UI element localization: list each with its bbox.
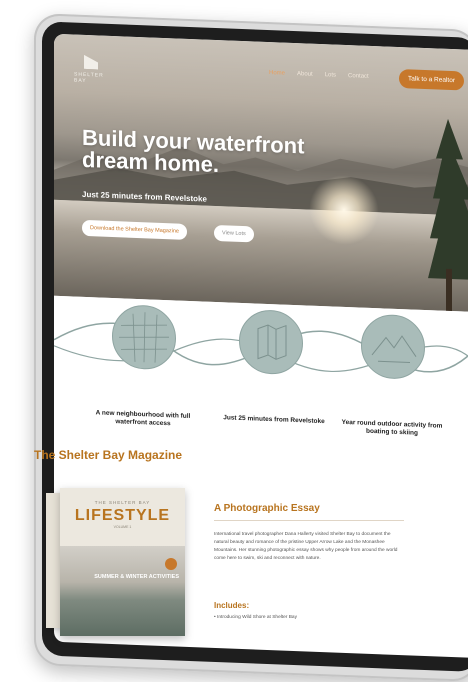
- device-frame: SHELTER BAY Home About Lots Contact Talk…: [4, 3, 468, 682]
- includes-heading: Includes:: [214, 601, 250, 610]
- feature-text: A new neighbourhood with full waterfront…: [95, 409, 191, 428]
- folded-map-icon: [239, 308, 303, 376]
- cover-title: LIFESTYLE: [74, 507, 171, 524]
- divider: [214, 520, 404, 521]
- main-nav: Home About Lots Contact: [269, 70, 369, 80]
- nav-item-contact[interactable]: Contact: [348, 73, 369, 80]
- essay-title: A Photographic Essay: [214, 503, 320, 514]
- hero-headline: Build your waterfront dream home.: [82, 124, 305, 178]
- essay-body: International travel photographer Dana H…: [214, 532, 398, 561]
- cover-top-text: THE SHELTER BAY: [94, 500, 151, 505]
- cover-volume: VOLUME 1: [113, 525, 132, 529]
- includes-item: • Introducing Wild Shore at Shelter Bay: [214, 615, 298, 620]
- nav-item-about[interactable]: About: [297, 71, 313, 78]
- logo-mark-icon: [84, 55, 98, 70]
- map-grid-icon: [112, 303, 176, 371]
- site-logo[interactable]: SHELTER BAY: [74, 55, 114, 86]
- hero-section: SHELTER BAY Home About Lots Contact Talk…: [54, 33, 468, 320]
- feature-text: Year round outdoor activity from boating…: [341, 418, 443, 437]
- nav-item-lots[interactable]: Lots: [325, 72, 336, 78]
- tree-image: [428, 118, 468, 320]
- feature-text: Just 25 minutes from Revelstoke: [223, 414, 325, 426]
- magazine-heading: The Shelter Bay Magazine: [34, 448, 183, 462]
- nav-item-home[interactable]: Home: [269, 70, 285, 77]
- cover-badge-icon: [165, 558, 177, 570]
- mountain-icon: [361, 313, 425, 381]
- cover-activities-text: SUMMER & WINTER ACTIVITIES: [94, 574, 179, 580]
- view-lots-button[interactable]: View Lots: [214, 224, 254, 243]
- download-magazine-button[interactable]: Download the Shelter Bay Magazine: [82, 219, 187, 240]
- talk-to-realtor-button[interactable]: Talk to a Realtor: [399, 69, 464, 91]
- logo-text: SHELTER BAY: [74, 71, 104, 85]
- magazine-cover[interactable]: THE SHELTER BAY LIFESTYLE VOLUME 1 SUMME…: [60, 488, 185, 636]
